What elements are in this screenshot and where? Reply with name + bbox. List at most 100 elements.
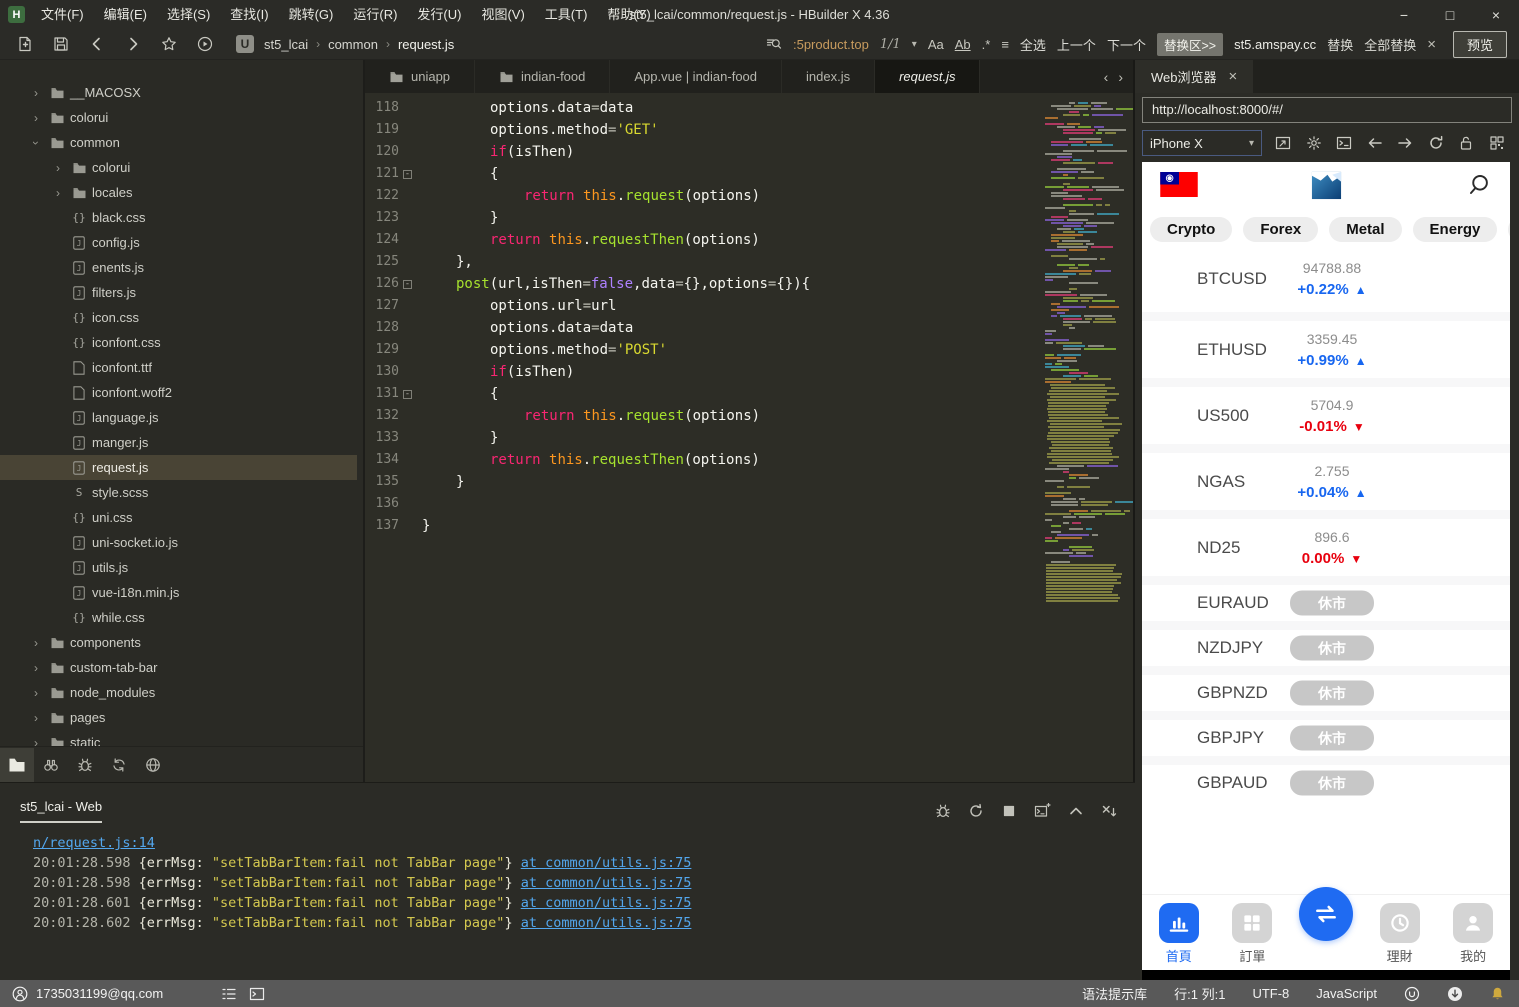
tree-item-uni-socket.io.js[interactable]: Juni-socket.io.js — [0, 530, 357, 555]
breadcrumb-part[interactable]: common — [326, 37, 380, 52]
quote-row-ETHUSD[interactable]: ETHUSD3359.45+0.99%▲ — [1142, 312, 1510, 378]
menu-item[interactable]: 选择(S) — [157, 0, 220, 29]
collapse-panel-icon[interactable] — [1068, 803, 1084, 819]
clear-console-icon[interactable] — [1101, 803, 1117, 819]
debug-icon[interactable] — [935, 803, 951, 819]
debug-pane-icon[interactable] — [68, 748, 102, 782]
breadcrumb-part[interactable]: request.js — [396, 37, 456, 52]
tree-item-config.js[interactable]: Jconfig.js — [0, 230, 357, 255]
match-case-toggle[interactable]: Aa — [928, 37, 944, 52]
code-editor[interactable]: 118options.data=data119options.method='G… — [365, 93, 1133, 782]
stop-icon[interactable] — [1001, 803, 1017, 819]
tree-item-locales[interactable]: ›locales — [0, 180, 357, 205]
nav-item-訂單[interactable]: 訂單 — [1216, 895, 1290, 970]
menu-item[interactable]: 运行(R) — [343, 0, 407, 29]
run-icon[interactable] — [194, 33, 216, 55]
menu-item[interactable]: 工具(T) — [535, 0, 598, 29]
search-input[interactable]: :5product.top — [793, 37, 869, 52]
source-link[interactable]: n/request.js:14 — [33, 833, 155, 853]
marketplace-pane-icon[interactable] — [136, 748, 170, 782]
account-email[interactable]: 1735031199@qq.com — [36, 986, 163, 1001]
quote-row-GBPAUD[interactable]: GBPAUD休市 — [1142, 756, 1510, 801]
tree-item-icon.css[interactable]: {}icon.css — [0, 305, 357, 330]
terminal-icon[interactable] — [249, 986, 265, 1002]
menu-item[interactable]: 跳转(G) — [279, 0, 344, 29]
replace-input[interactable]: st5.amspay.cc — [1234, 37, 1316, 52]
feedback-icon[interactable] — [1404, 986, 1420, 1002]
tab-web-browser[interactable]: Web浏览器 × — [1135, 60, 1253, 93]
tree-item-uni.css[interactable]: {}uni.css — [0, 505, 357, 530]
next-match-button[interactable]: 下一个 — [1107, 35, 1146, 54]
update-icon[interactable] — [1447, 986, 1463, 1002]
nav-item-trade[interactable] — [1289, 895, 1363, 970]
market-closed-button[interactable]: 休市 — [1290, 726, 1374, 751]
market-closed-button[interactable]: 休市 — [1290, 591, 1374, 616]
tree-item-custom-tab-bar[interactable]: ›custom-tab-bar — [0, 655, 357, 680]
cursor-position[interactable]: 行:1 列:1 — [1174, 984, 1225, 1003]
chevron-right-icon[interactable]: › — [26, 686, 46, 700]
new-file-icon[interactable] — [14, 33, 36, 55]
chevron-right-icon[interactable]: › — [26, 711, 46, 725]
tree-item-iconfont.ttf[interactable]: iconfont.ttf — [0, 355, 357, 380]
tree-item-pages[interactable]: ›pages — [0, 705, 357, 730]
quote-row-US500[interactable]: US5005704.9-0.01%▼ — [1142, 378, 1510, 444]
account-icon[interactable] — [12, 986, 28, 1002]
url-input[interactable]: http://localhost:8000/#/ — [1142, 97, 1512, 123]
encoding-status[interactable]: UTF-8 — [1252, 986, 1289, 1001]
tree-item-while.css[interactable]: {}while.css — [0, 605, 357, 630]
nav-item-首頁[interactable]: 首頁 — [1142, 895, 1216, 970]
menu-item[interactable]: 文件(F) — [31, 0, 94, 29]
select-all-button[interactable]: 全选 — [1020, 35, 1046, 54]
device-select[interactable]: iPhone X ▾ — [1142, 130, 1262, 156]
stack-link[interactable]: at common/utils.js:75 — [521, 913, 692, 933]
search-history-caret-icon[interactable]: ▾ — [912, 39, 917, 50]
quote-row-EURAUD[interactable]: EURAUD休市 — [1142, 576, 1510, 621]
save-icon[interactable] — [50, 33, 72, 55]
replace-button[interactable]: 替换 — [1327, 35, 1353, 54]
tree-item-vue-i18n.min.js[interactable]: Jvue-i18n.min.js — [0, 580, 357, 605]
settings-icon[interactable] — [1306, 135, 1322, 151]
search-pane-icon[interactable] — [34, 748, 68, 782]
sync-pane-icon[interactable] — [102, 748, 136, 782]
task-list-icon[interactable] — [221, 986, 237, 1002]
replace-all-button[interactable]: 全部替换 — [1364, 35, 1416, 54]
chevron-right-icon[interactable]: › — [26, 661, 46, 675]
multiline-toggle[interactable]: ≡ — [1001, 37, 1009, 52]
minimap[interactable] — [1043, 99, 1125, 659]
menu-item[interactable]: 查找(I) — [220, 0, 278, 29]
qr-code-icon[interactable] — [1489, 135, 1505, 151]
chevron-right-icon[interactable]: › — [26, 636, 46, 650]
nav-back-icon[interactable] — [86, 33, 108, 55]
close-search-icon[interactable]: × — [1427, 36, 1436, 53]
chevron-down-icon[interactable]: › — [29, 133, 43, 153]
quote-row-GBPNZD[interactable]: GBPNZD休市 — [1142, 666, 1510, 711]
nav-item-理財[interactable]: 理財 — [1363, 895, 1437, 970]
new-terminal-icon[interactable] — [1034, 803, 1051, 819]
maximize-button[interactable]: □ — [1427, 0, 1473, 29]
prev-match-button[interactable]: 上一个 — [1057, 35, 1096, 54]
stack-link[interactable]: at common/utils.js:75 — [521, 873, 692, 893]
devtools-icon[interactable] — [1336, 135, 1352, 151]
tab-scroll-right-icon[interactable]: › — [1118, 69, 1123, 85]
tree-item-language.js[interactable]: Jlanguage.js — [0, 405, 357, 430]
tree-item-filters.js[interactable]: Jfilters.js — [0, 280, 357, 305]
tree-item-iconfont.woff2[interactable]: iconfont.woff2 — [0, 380, 357, 405]
editor-tab-App.vue | indian-food[interactable]: App.vue | indian-food — [610, 60, 782, 93]
tree-item-enents.js[interactable]: Jenents.js — [0, 255, 357, 280]
category-tab-CFD[interactable]: CFD — [1508, 217, 1510, 242]
notification-bell-icon[interactable] — [1490, 986, 1505, 1001]
editor-tab-request.js[interactable]: request.js — [875, 60, 980, 93]
regex-toggle[interactable]: .* — [982, 37, 991, 52]
category-tab-Crypto[interactable]: Crypto — [1150, 217, 1232, 242]
nav-forward-icon[interactable] — [122, 33, 144, 55]
whole-word-toggle[interactable]: Ab — [955, 37, 971, 52]
minimize-button[interactable]: − — [1381, 0, 1427, 29]
restart-icon[interactable] — [968, 803, 984, 819]
quote-search-icon[interactable] — [1467, 172, 1492, 202]
browser-back-icon[interactable] — [1367, 135, 1383, 151]
menu-item[interactable]: 发行(U) — [407, 0, 471, 29]
quote-row-BTCUSD[interactable]: BTCUSD94788.88+0.22%▲ — [1142, 246, 1510, 312]
editor-tab-indian-food[interactable]: indian-food — [475, 60, 610, 93]
market-closed-button[interactable]: 休市 — [1290, 771, 1374, 796]
market-closed-button[interactable]: 休市 — [1290, 636, 1374, 661]
